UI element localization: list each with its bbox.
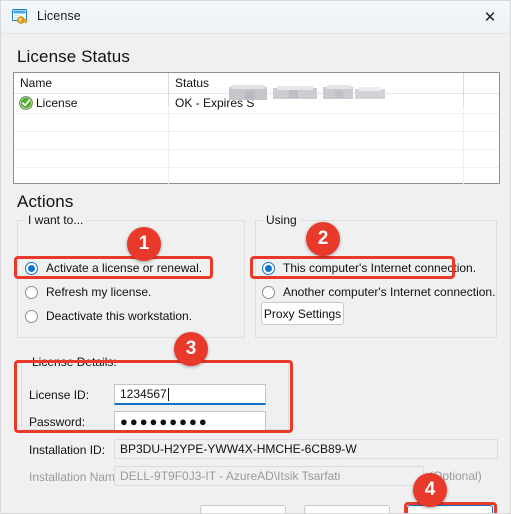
radio-button-icon[interactable] — [25, 285, 38, 299]
license-id-label: License ID: — [29, 388, 90, 402]
optional-label: (Optional) — [429, 469, 482, 483]
license-id-value: 1234567 — [120, 387, 167, 401]
license-key-window-icon — [12, 9, 29, 25]
radio-label: Deactivate this workstation. — [46, 309, 193, 323]
using-legend: Using — [263, 213, 300, 227]
radio-button-icon[interactable] — [25, 261, 38, 275]
column-header-status[interactable]: Status — [175, 76, 209, 90]
password-input[interactable]: ●●●●●●●●● — [114, 411, 266, 432]
column-header-name[interactable]: Name — [20, 76, 52, 90]
license-dialog-window: License ✕ License Status Name Status Lic… — [0, 0, 511, 514]
close-icon[interactable]: ✕ — [468, 1, 510, 33]
actions-heading: Actions — [17, 192, 74, 211]
text-caret — [167, 387, 169, 401]
green-check-icon — [19, 96, 33, 110]
redacted-expiry-text — [229, 85, 389, 103]
back-button: Back — [304, 505, 390, 513]
license-status-heading: License Status — [17, 47, 130, 66]
column-grid-2 — [463, 106, 464, 184]
radio-button-icon[interactable] — [25, 309, 38, 323]
radio-label: Activate a license or renewal. — [46, 261, 203, 275]
radio-refresh-license[interactable]: Refresh my license. — [25, 284, 151, 300]
radio-label: Refresh my license. — [46, 285, 152, 299]
radio-another-computer-connection[interactable]: Another computer's Internet connection. — [262, 284, 495, 300]
password-value: ●●●●●●●●● — [120, 414, 209, 429]
password-label: Password: — [29, 415, 86, 429]
radio-label: This computer's Internet connection. — [283, 261, 477, 275]
row-grid-3 — [14, 149, 499, 150]
radio-button-icon[interactable] — [262, 261, 275, 275]
window-title: License — [37, 9, 81, 23]
installation-name-label: Installation Name: — [29, 470, 126, 484]
row-name-cell: License — [36, 96, 78, 110]
row-grid-4 — [14, 167, 499, 168]
next-button[interactable]: Next — [407, 505, 493, 513]
radio-label: Another computer's Internet connection. — [283, 285, 496, 299]
installation-name-input[interactable]: DELL-9T9F0J3-IT - AzureAD\Itsik Tsarfati — [114, 466, 424, 486]
license-id-input[interactable]: 1234567 — [114, 384, 266, 405]
radio-deactivate-workstation[interactable]: Deactivate this workstation. — [25, 308, 192, 324]
radio-button-icon[interactable] — [262, 285, 275, 299]
row-grid-1 — [14, 113, 499, 114]
row-grid-2 — [14, 131, 499, 132]
installation-id-label: Installation ID: — [29, 443, 106, 457]
cancel-button[interactable]: Cancel — [200, 505, 286, 513]
radio-this-computer-connection[interactable]: This computer's Internet connection. — [262, 260, 476, 276]
dialog-client-area: License Status Name Status License OK - … — [1, 34, 510, 513]
column-grid-1 — [168, 106, 169, 184]
want-to-legend: I want to... — [25, 213, 87, 227]
installation-id-value[interactable]: BP3DU-H2YPE-YWW4X-HMCHE-6CB89-W — [114, 439, 498, 459]
radio-activate-license[interactable]: Activate a license or renewal. — [25, 260, 202, 276]
license-details-legend: License Details: — [29, 355, 120, 369]
proxy-settings-button[interactable]: Proxy Settings — [261, 302, 344, 325]
title-bar: License ✕ — [1, 1, 510, 34]
